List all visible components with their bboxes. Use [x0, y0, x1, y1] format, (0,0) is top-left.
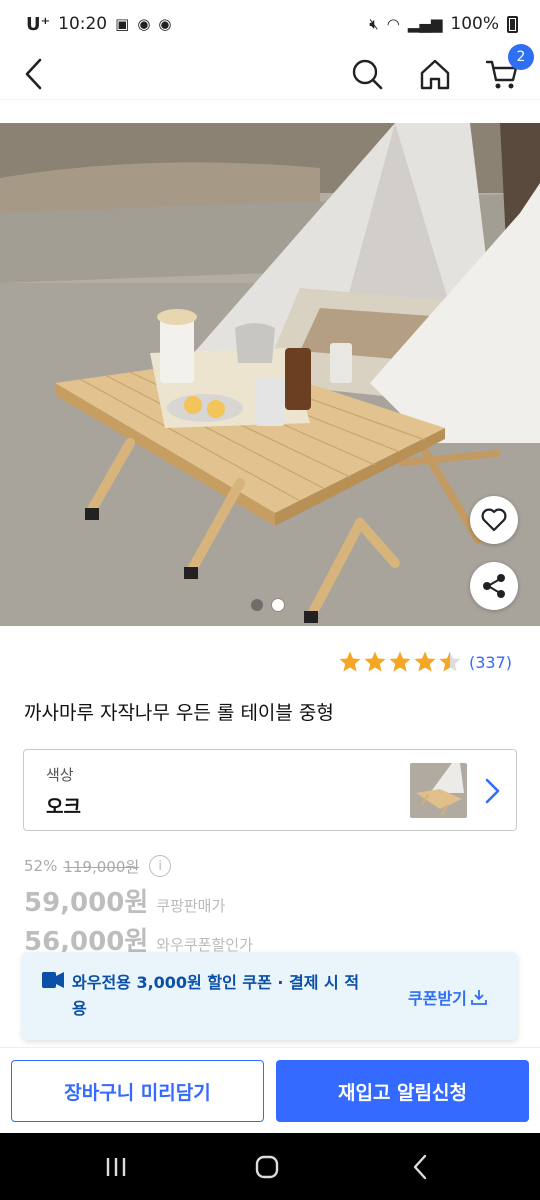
recent-apps-icon: [106, 1158, 126, 1176]
chevron-right-icon: [485, 778, 500, 804]
sale-price-row: 59,000원 쿠팡판매가: [24, 882, 225, 919]
back-icon: [413, 1154, 427, 1180]
coupon-text: 와우전용 3,000원 할인 쿠폰 · 결제 시 적용: [72, 973, 360, 1018]
option-thumbnail: [410, 763, 467, 818]
wishlist-button[interactable]: [470, 496, 518, 544]
sale-price: 59,000원: [24, 888, 149, 918]
battery-icon: [507, 15, 518, 33]
product-title: 까사마루 자작나무 우든 롤 테이블 중형: [24, 702, 334, 724]
mute-icon: 🔇︎: [369, 15, 379, 33]
product-image-gallery[interactable]: [0, 123, 540, 626]
gallery-notification-icon: ▣: [115, 15, 130, 33]
chevron-left-icon: [25, 58, 42, 90]
sale-price-caption: 쿠팡판매가: [156, 897, 226, 915]
home-button[interactable]: [413, 52, 457, 96]
clock: 10:20: [58, 14, 108, 34]
option-label: 색상: [46, 766, 74, 784]
star-half-icon: [439, 651, 461, 672]
status-bar: U⁺ 10:20 ▣ ◉ ◉ 🔇︎ ◠ ▂▄▆ 100%: [0, 0, 540, 48]
home-icon: [420, 59, 450, 90]
wifi-icon: ◠: [386, 15, 400, 33]
battery-percent: 100%: [450, 14, 499, 34]
share-icon: [483, 574, 505, 598]
original-price: 119,000원: [63, 857, 140, 876]
coupon-icon: [42, 972, 64, 988]
back-nav-button[interactable]: [400, 1153, 440, 1181]
star-full-icon: [389, 651, 411, 672]
star-full-icon: [364, 651, 386, 672]
gallery-pagination: [251, 599, 284, 611]
coupon-banner[interactable]: 와우전용 3,000원 할인 쿠폰 · 결제 시 적용 쿠폰받기: [22, 952, 518, 1040]
cart-button[interactable]: 2: [480, 44, 534, 96]
cart-count-badge: 2: [508, 44, 534, 70]
star-full-icon: [339, 651, 361, 672]
star-full-icon: [414, 651, 436, 672]
download-icon: [470, 990, 487, 1005]
review-count-link[interactable]: (337): [469, 653, 512, 672]
search-icon: [352, 59, 383, 90]
gallery-dot-active[interactable]: [272, 599, 284, 611]
discount-row: 52% 119,000원 i: [24, 855, 172, 877]
restock-alert-button[interactable]: 재입고 알림신청: [276, 1060, 529, 1122]
option-value: 오크: [46, 796, 81, 818]
back-button[interactable]: [12, 52, 56, 96]
app-notification-icon: ◉: [137, 15, 151, 33]
info-icon[interactable]: i: [149, 855, 172, 877]
heart-icon: [481, 508, 507, 532]
home-nav-button[interactable]: [247, 1153, 287, 1181]
add-to-cart-button[interactable]: 장바구니 미리담기: [11, 1060, 264, 1122]
home-circle-icon: [255, 1155, 279, 1179]
share-button[interactable]: [470, 562, 518, 610]
gallery-dot[interactable]: [251, 599, 263, 611]
signal-icon: ▂▄▆: [407, 15, 443, 33]
option-selector[interactable]: 색상 오크: [23, 749, 517, 831]
system-nav-bar: [0, 1133, 540, 1200]
recent-apps-button[interactable]: [96, 1153, 136, 1181]
app-header: 2: [0, 44, 540, 100]
app-notification-icon-2: ◉: [158, 15, 172, 33]
coupon-download-label: 쿠폰받기: [408, 989, 467, 1008]
carrier-label: U⁺: [26, 13, 51, 35]
rating-summary[interactable]: (337): [338, 650, 512, 674]
search-button[interactable]: [345, 52, 389, 96]
discount-rate: 52%: [24, 857, 58, 875]
coupon-download-button[interactable]: 쿠폰받기: [408, 985, 487, 1009]
product-photo: [0, 123, 540, 626]
bottom-action-bar: 장바구니 미리담기 재입고 알림신청: [0, 1047, 540, 1133]
